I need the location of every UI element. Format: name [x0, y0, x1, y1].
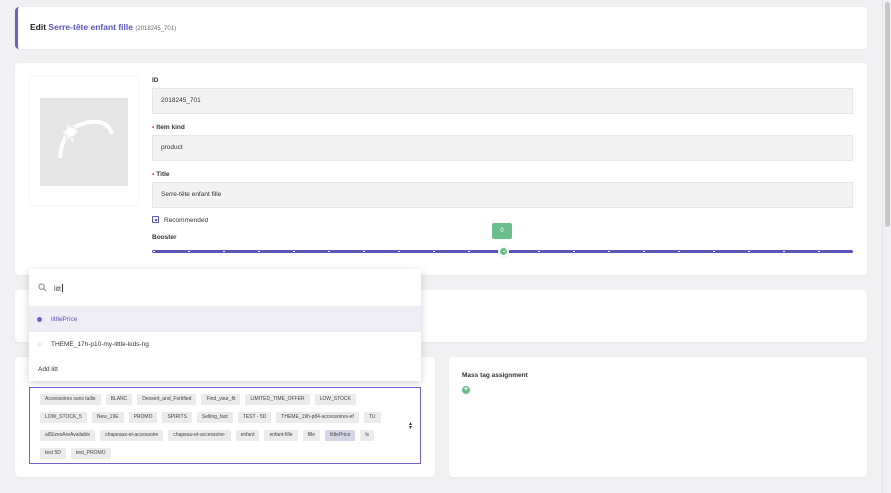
option-label: littlePrice [51, 316, 78, 323]
slider-tick [748, 251, 750, 252]
slider-tick [573, 251, 575, 252]
option-active-dot [37, 317, 42, 322]
product-thumbnail[interactable] [30, 77, 138, 205]
option-label: Add litt [38, 366, 58, 373]
slider-tick [293, 251, 295, 252]
tag-chip[interactable]: test_PROMO [70, 448, 111, 459]
tag-chip[interactable]: allSizesAreAvailable [40, 430, 96, 441]
tag-chip[interactable]: BLANC [105, 394, 133, 405]
tag-chip-list: Accessoires sans taille BLANC Dessert_and_… [40, 394, 404, 466]
tag-chip[interactable]: PROMO [128, 412, 158, 423]
slider-tick [153, 251, 155, 252]
search-icon [38, 283, 47, 292]
tag-chip[interactable]: THEME_19h-p84-accessoires-ef [276, 412, 359, 423]
recommended-label: Recommended [164, 217, 209, 224]
slider-tick [328, 251, 330, 252]
tag-chip[interactable]: Accessoires sans taille [40, 394, 101, 405]
tag-chip[interactable]: LOW_STOCK [314, 394, 356, 405]
product-form-card: ID 2018245_701 • Item kind product • Title… [15, 63, 867, 275]
slider-tick [363, 251, 365, 252]
item-kind-label-text: Item kind [156, 124, 185, 131]
product-name: Serre-tête enfant fille [48, 22, 133, 32]
tag-chip[interactable]: ls [360, 430, 374, 441]
tag-chip[interactable]: Dessert_and_Fortified [137, 394, 197, 405]
dropdown-option-littleprice[interactable]: littlePrice [29, 307, 421, 332]
slider-tick [503, 251, 505, 252]
slider-tick [538, 251, 540, 252]
option-label: THEME_17h-p10-my-little-kids-ng [51, 341, 149, 348]
select-arrows-icon[interactable]: ▴ ▾ [409, 421, 412, 431]
tag-chip[interactable]: fille [302, 430, 321, 441]
id-label: ID [152, 77, 159, 84]
booster-label: Booster [152, 234, 177, 241]
plus-circle-icon[interactable]: + [462, 386, 470, 394]
recommended-checkbox[interactable] [152, 216, 159, 223]
dropdown-option-add[interactable]: Add litt [29, 357, 421, 382]
slider-tick [678, 251, 680, 252]
tag-chip[interactable]: enfant-fille [264, 430, 298, 441]
tag-chip[interactable]: LOW_STOCK_5 [40, 412, 87, 423]
slider-tick [433, 251, 435, 252]
tag-search-input[interactable]: litt [54, 284, 63, 293]
slider-tick [783, 251, 785, 252]
tag-chip[interactable]: chapeaux-et-accessoire [100, 430, 164, 441]
tag-search-dropdown: litt littlePrice THEME_17h-p10-my-little… [29, 269, 421, 381]
item-kind-field[interactable]: product [152, 135, 853, 161]
mass-tag-card: Mass tag assignment + [449, 357, 867, 477]
tag-chip[interactable]: LIMITED_TIME_OFFER [245, 394, 310, 405]
page-title: Edit Serre-tête enfant fille (2018245_70… [30, 22, 176, 32]
slider-tick [643, 251, 645, 252]
item-kind-label: • Item kind [152, 124, 185, 131]
title-label: • Title [152, 171, 170, 178]
product-sku: (2018245_701) [135, 26, 177, 32]
tag-chip[interactable]: TU [363, 412, 381, 423]
title-field[interactable]: Serre-tête enfant fille [152, 182, 853, 208]
page-title-prefix: Edit [30, 22, 49, 32]
tag-chip[interactable]: SPIRITS [162, 412, 192, 423]
tag-chip[interactable]: chapeau-et-accessoire- [168, 430, 231, 441]
tag-search-box[interactable]: litt [29, 269, 421, 307]
slider-tick [398, 251, 400, 252]
option-inactive-dot [37, 342, 42, 347]
tag-chip[interactable]: Selling_fast [196, 412, 233, 423]
slider-tick [608, 251, 610, 252]
slider-tick [258, 251, 260, 252]
slider-tick [713, 251, 715, 252]
required-marker: • [152, 171, 155, 178]
scrollbar-thumb[interactable] [885, 2, 890, 227]
tag-chip[interactable]: enfant [235, 430, 260, 441]
tag-chip[interactable]: test 5D [40, 448, 66, 459]
tag-chip[interactable]: Find_your_fit [201, 394, 241, 405]
slider-tick [468, 251, 470, 252]
tag-chip[interactable]: TEST - 5D [237, 412, 272, 423]
edit-header: Edit Serre-tête enfant fille (2018245_70… [15, 7, 867, 49]
tag-chip[interactable]: littlePrice [325, 430, 356, 441]
page-scrollbar[interactable] [882, 0, 891, 493]
id-field[interactable]: 2018245_701 [152, 88, 853, 114]
dropdown-option-theme[interactable]: THEME_17h-p10-my-little-kids-ng [29, 332, 421, 357]
title-label-text: Title [156, 171, 170, 178]
booster-value-tooltip: 0 [492, 223, 512, 239]
slider-tick [818, 251, 820, 252]
slider-tick [853, 251, 855, 252]
product-image [40, 98, 128, 186]
tag-select-box[interactable]: Accessoires sans taille BLANC Dessert_and_… [29, 387, 421, 464]
headband-image-icon [58, 119, 114, 159]
mass-tag-title: Mass tag assignment [462, 372, 528, 379]
slider-tick [188, 251, 190, 252]
required-marker: • [152, 124, 155, 131]
tag-chip[interactable]: New_19E [91, 412, 124, 423]
slider-tick [223, 251, 225, 252]
